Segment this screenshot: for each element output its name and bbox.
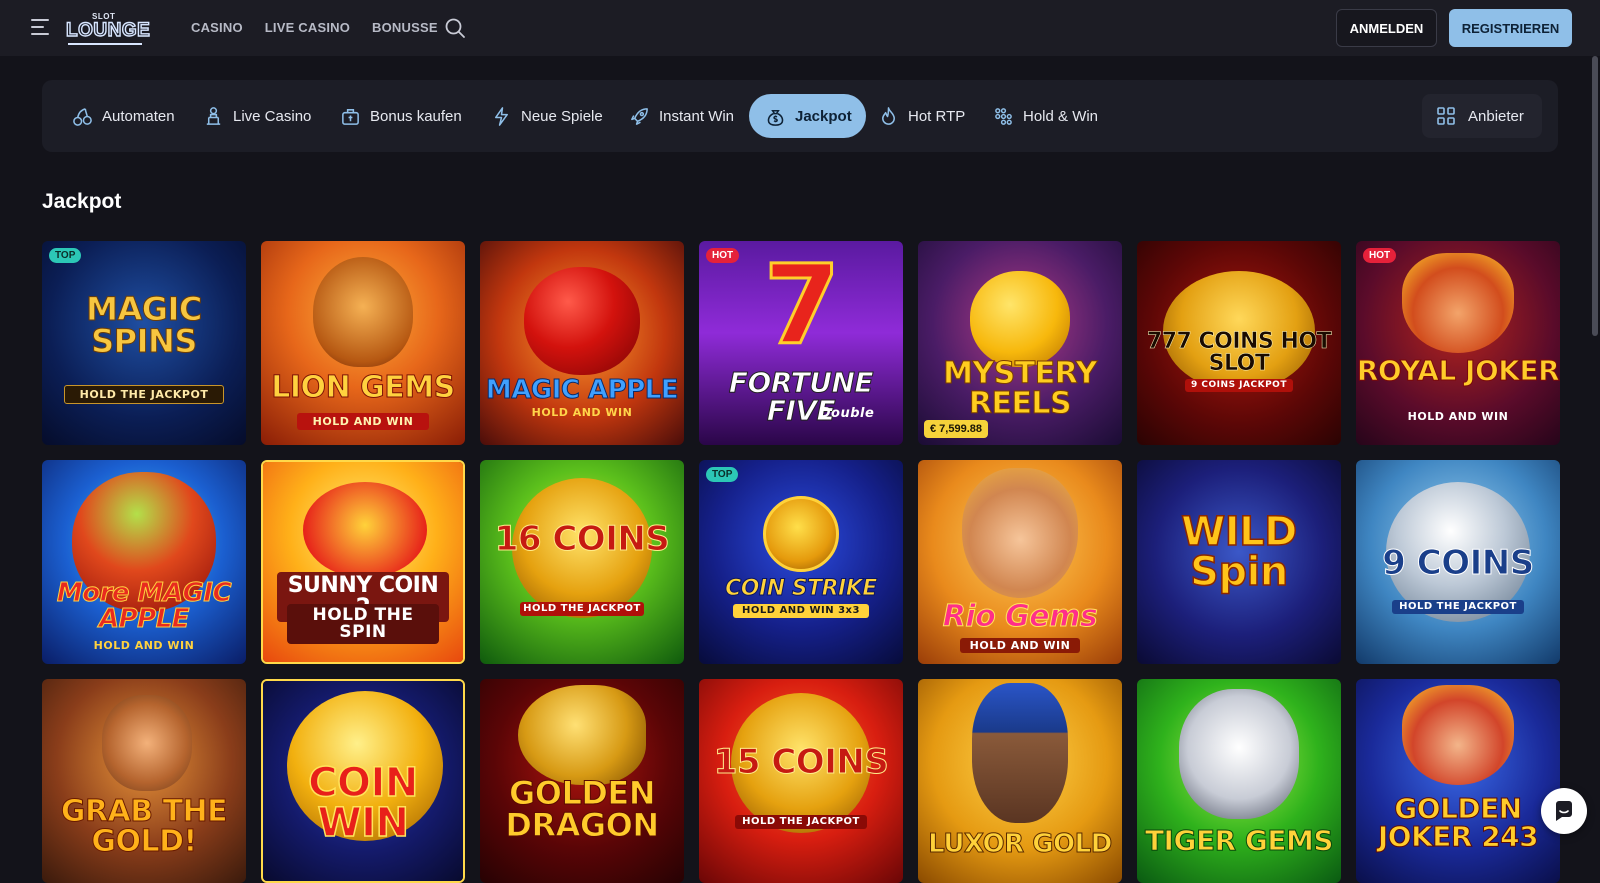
- game-tile-luxor-gold[interactable]: LUXOR GOLD: [918, 679, 1122, 883]
- grid-icon: [1437, 107, 1455, 125]
- nav-live-casino[interactable]: LIVE CASINO: [265, 20, 350, 35]
- nav-casino[interactable]: CASINO: [191, 20, 243, 35]
- bonus-bag-icon: [342, 108, 359, 125]
- category-hot-rtp[interactable]: Hot RTP: [865, 94, 978, 138]
- game-tile-16-coins[interactable]: 16 COINS HOLD THE JACKPOT: [480, 460, 684, 664]
- category-label: Hold & Win: [1023, 107, 1099, 125]
- flame-icon: [882, 106, 895, 125]
- lightning-icon: [495, 106, 508, 126]
- rocket-icon: [631, 107, 648, 125]
- hot-badge: HOT: [1363, 248, 1397, 263]
- site-logo[interactable]: SLOT LOUNGE: [65, 12, 150, 45]
- category-bar: Automaten Live Casino Bonus kaufen Neue …: [42, 80, 1558, 152]
- game-tile-coin-strike[interactable]: COIN STRIKE HOLD AND WIN 3x3 TOP: [699, 460, 903, 664]
- category-hold-win[interactable]: Hold & Win: [980, 94, 1111, 138]
- category-label: Hot RTP: [908, 107, 966, 125]
- category-bonus-kaufen[interactable]: Bonus kaufen: [327, 94, 475, 138]
- login-button[interactable]: ANMELDEN: [1336, 9, 1437, 47]
- nav-bonusse[interactable]: BONUSSE: [372, 20, 438, 35]
- category-neue-spiele[interactable]: Neue Spiele: [478, 94, 616, 138]
- game-tile-golden-dragon[interactable]: GOLDEN DRAGON: [480, 679, 684, 883]
- game-tile-rio-gems[interactable]: Rio Gems HOLD AND WIN: [918, 460, 1122, 664]
- category-label: Jackpot: [795, 107, 852, 125]
- menu-icon[interactable]: [31, 18, 53, 36]
- dealer-icon: [206, 106, 221, 125]
- game-tile-wild-spin[interactable]: WILD Spin: [1137, 460, 1341, 664]
- game-tile-lion-gems[interactable]: LION GEMS HOLD AND WIN: [261, 241, 465, 445]
- game-tile-fortune-five[interactable]: 7 FORTUNE FIVE Double HOT: [699, 241, 903, 445]
- hot-badge: HOT: [706, 248, 740, 263]
- money-bag-icon: [767, 109, 784, 126]
- category-label: Live Casino: [233, 107, 312, 125]
- game-tile-magic-spins[interactable]: MAGIC SPINS HOLD THE JACKPOT TOP: [42, 241, 246, 445]
- game-tile-sunny-coin-2[interactable]: SUNNY COIN 2 HOLD THE SPIN: [261, 460, 465, 664]
- game-tile-mystery-reels[interactable]: MYSTERY REELS € 7,599.88: [918, 241, 1122, 445]
- chat-icon[interactable]: [1541, 788, 1587, 834]
- page-scrollbar[interactable]: [1592, 56, 1598, 336]
- main-nav: CASINO LIVE CASINO BONUSSE: [191, 20, 438, 35]
- game-tile-more-magic-apple[interactable]: More MAGIC APPLE HOLD AND WIN: [42, 460, 246, 664]
- game-tile-tiger-gems[interactable]: TIGER GEMS: [1137, 679, 1341, 883]
- category-label: Instant Win: [659, 107, 735, 125]
- game-tile-15-coins[interactable]: 15 COINS HOLD THE JACKPOT: [699, 679, 903, 883]
- category-instant-win[interactable]: Instant Win: [616, 94, 747, 138]
- category-label: Automaten: [102, 107, 175, 125]
- category-live-casino[interactable]: Live Casino: [190, 94, 324, 138]
- top-header: SLOT LOUNGE CASINO LIVE CASINO BONUSSE A…: [0, 0, 1600, 56]
- game-tile-golden-joker-243[interactable]: GOLDEN JOKER 243: [1356, 679, 1560, 883]
- category-label: Bonus kaufen: [370, 107, 462, 125]
- section-title: Jackpot: [42, 190, 122, 213]
- game-tile-magic-apple[interactable]: MAGIC APPLE HOLD AND WIN: [480, 241, 684, 445]
- category-automaten[interactable]: Automaten: [59, 94, 188, 138]
- category-jackpot[interactable]: Jackpot: [749, 94, 866, 138]
- jackpot-amount: € 7,599.88: [924, 420, 988, 438]
- game-tile-grab-the-gold[interactable]: GRAB THE GOLD!: [42, 679, 246, 883]
- provider-label: Anbieter: [1468, 107, 1524, 125]
- category-label: Neue Spiele: [521, 107, 603, 125]
- top-badge: TOP: [706, 467, 739, 482]
- cherries-icon: [73, 107, 92, 126]
- top-badge: TOP: [49, 248, 82, 263]
- game-tile-coin-win[interactable]: COIN WIN: [261, 679, 465, 883]
- dots-grid-icon: [995, 107, 1012, 125]
- search-icon[interactable]: [444, 17, 466, 39]
- game-tile-royal-joker[interactable]: ROYAL JOKER HOLD AND WIN HOT: [1356, 241, 1560, 445]
- game-tile-9-coins[interactable]: 9 COINS HOLD THE JACKPOT: [1356, 460, 1560, 664]
- register-button[interactable]: REGISTRIEREN: [1449, 9, 1572, 47]
- game-tile-777-coins[interactable]: 777 COINS HOT SLOT 9 COINS JACKPOT: [1137, 241, 1341, 445]
- provider-button[interactable]: Anbieter: [1422, 94, 1542, 138]
